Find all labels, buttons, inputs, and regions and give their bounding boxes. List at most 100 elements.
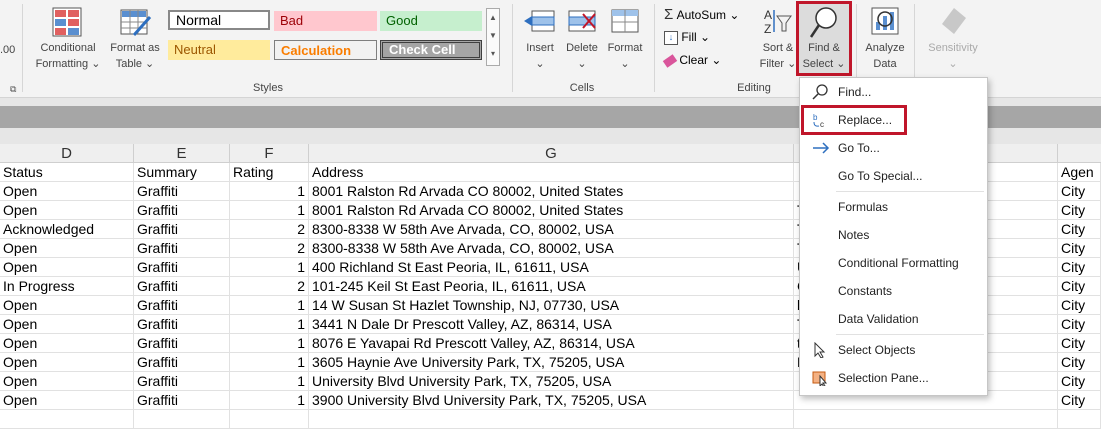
cell-empty[interactable] [0, 410, 134, 429]
cell-summary[interactable]: Graffiti [134, 182, 230, 201]
header-cell-rating[interactable]: Rating [230, 163, 309, 182]
cell-summary[interactable]: Graffiti [134, 315, 230, 334]
cell-address[interactable]: 3605 Haynie Ave University Park, TX, 752… [309, 353, 794, 372]
style-normal[interactable]: Normal [168, 10, 270, 30]
style-neutral[interactable]: Neutral [168, 40, 270, 60]
cell-rating[interactable]: 1 [230, 296, 309, 315]
cell-summary[interactable]: Graffiti [134, 220, 230, 239]
cell-agency[interactable]: City [1058, 258, 1101, 277]
cell-rating[interactable]: 1 [230, 334, 309, 353]
cell-rating[interactable]: 2 [230, 277, 309, 296]
cell-summary[interactable]: Graffiti [134, 277, 230, 296]
cell-address[interactable]: 8001 Ralston Rd Arvada CO 80002, United … [309, 201, 794, 220]
cell-agency[interactable]: City [1058, 296, 1101, 315]
clear-button[interactable]: Clear ⌄ [662, 51, 744, 69]
autosum-button[interactable]: Σ AutoSum ⌄ [664, 6, 756, 24]
menu-formulas[interactable]: Formulas [800, 194, 985, 220]
cell-address[interactable]: 14 W Susan St Hazlet Township, NJ, 07730… [309, 296, 794, 315]
cell-summary[interactable]: Graffiti [134, 353, 230, 372]
cell-status[interactable]: Open [0, 239, 134, 258]
cell-status[interactable]: Open [0, 201, 134, 220]
cell-status[interactable]: Acknowledged [0, 220, 134, 239]
menu-notes[interactable]: Notes [800, 222, 985, 248]
analyze-data-button[interactable]: Analyze Data [860, 4, 910, 74]
menu-goto-special[interactable]: Go To Special... [800, 163, 985, 189]
cell-summary[interactable]: Graffiti [134, 258, 230, 277]
format-as-table-button[interactable]: Format as Table ⌄ [106, 4, 164, 74]
delete-button[interactable]: Delete ⌄ [562, 4, 602, 74]
cell-rating[interactable]: 1 [230, 391, 309, 410]
menu-goto[interactable]: Go To... [800, 135, 985, 161]
cell-status[interactable]: Open [0, 315, 134, 334]
cell-address[interactable]: 8300-8338 W 58th Ave Arvada, CO, 80002, … [309, 220, 794, 239]
styles-gallery-scroll[interactable]: ▲ ▼ ▾ [486, 8, 500, 66]
style-check-cell[interactable]: Check Cell [380, 40, 482, 60]
cell-summary[interactable]: Graffiti [134, 334, 230, 353]
insert-button[interactable]: Insert ⌄ [518, 4, 562, 74]
cell-summary[interactable]: Graffiti [134, 201, 230, 220]
cell-agency[interactable]: City [1058, 391, 1101, 410]
menu-select-objects[interactable]: Select Objects [800, 337, 985, 363]
cell-rating[interactable]: 2 [230, 239, 309, 258]
cell-status[interactable]: Open [0, 353, 134, 372]
menu-selection-pane[interactable]: Selection Pane... [800, 365, 985, 391]
cell-empty[interactable] [230, 410, 309, 429]
column-header-f[interactable]: F [230, 144, 309, 163]
cell-rating[interactable]: 1 [230, 258, 309, 277]
column-header-g[interactable]: G [309, 144, 794, 163]
menu-data-validation[interactable]: Data Validation [800, 306, 985, 332]
cell-address[interactable]: 400 Richland St East Peoria, IL, 61611, … [309, 258, 794, 277]
column-header-e[interactable]: E [134, 144, 230, 163]
cell-address[interactable]: 8001 Ralston Rd Arvada CO 80002, United … [309, 182, 794, 201]
cell-address[interactable]: 8300-8338 W 58th Ave Arvada, CO, 80002, … [309, 239, 794, 258]
style-calculation[interactable]: Calculation [274, 40, 377, 60]
cell-agency[interactable]: City [1058, 334, 1101, 353]
header-cell-summary[interactable]: Summary [134, 163, 230, 182]
header-cell-status[interactable]: Status [0, 163, 134, 182]
cell-status[interactable]: Open [0, 334, 134, 353]
cell-status[interactable]: Open [0, 258, 134, 277]
cell-rating[interactable]: 1 [230, 372, 309, 391]
column-header-d[interactable]: D [0, 144, 134, 163]
cell-summary[interactable]: Graffiti [134, 296, 230, 315]
cell-status[interactable]: Open [0, 391, 134, 410]
fill-button[interactable]: ↓ Fill ⌄ [664, 28, 744, 46]
cell-status[interactable]: In Progress [0, 277, 134, 296]
header-cell-agency[interactable]: Agen [1058, 163, 1101, 182]
cell-summary[interactable]: Graffiti [134, 239, 230, 258]
cell-status[interactable]: Open [0, 296, 134, 315]
cell-empty[interactable] [794, 410, 1058, 429]
cell-summary[interactable]: Graffiti [134, 372, 230, 391]
cell-agency[interactable]: City [1058, 277, 1101, 296]
column-header-i[interactable] [1058, 144, 1101, 163]
cell-empty[interactable] [309, 410, 794, 429]
menu-conditional-formatting[interactable]: Conditional Formatting [800, 250, 985, 276]
cell-address[interactable]: 8076 E Yavapai Rd Prescott Valley, AZ, 8… [309, 334, 794, 353]
cell-agency[interactable]: City [1058, 239, 1101, 258]
cell-empty[interactable] [1058, 410, 1101, 429]
conditional-formatting-button[interactable]: Conditional Formatting ⌄ [30, 4, 106, 74]
style-bad[interactable]: Bad [274, 11, 377, 31]
cell-agency[interactable]: City [1058, 201, 1101, 220]
cell-agency[interactable]: City [1058, 220, 1101, 239]
cell-agency[interactable]: City [1058, 353, 1101, 372]
cell-address[interactable]: 3900 University Blvd University Park, TX… [309, 391, 794, 410]
sort-filter-button[interactable]: A Z Sort & Filter ⌄ [756, 4, 797, 74]
cell-agency[interactable]: City [1058, 372, 1101, 391]
cell-agency[interactable]: City [1058, 315, 1101, 334]
cell-agency[interactable]: City [1058, 182, 1101, 201]
sensitivity-button[interactable]: Sensitivity ⌄ [920, 4, 986, 74]
cell-rating[interactable]: 1 [230, 201, 309, 220]
cell-summary[interactable]: Graffiti [134, 391, 230, 410]
cell-status[interactable]: Open [0, 372, 134, 391]
dialog-launcher-icon[interactable]: ⧉ [10, 84, 16, 95]
cell-status[interactable]: Open [0, 182, 134, 201]
cell-rating[interactable]: 1 [230, 182, 309, 201]
cell-address[interactable]: 101-245 Keil St East Peoria, IL, 61611, … [309, 277, 794, 296]
cell-address[interactable]: University Blvd University Park, TX, 752… [309, 372, 794, 391]
cell-rating[interactable]: 2 [230, 220, 309, 239]
menu-find[interactable]: Find... [800, 79, 985, 105]
menu-constants[interactable]: Constants [800, 278, 985, 304]
format-button[interactable]: Format ⌄ [602, 4, 648, 74]
cell-empty[interactable] [134, 410, 230, 429]
